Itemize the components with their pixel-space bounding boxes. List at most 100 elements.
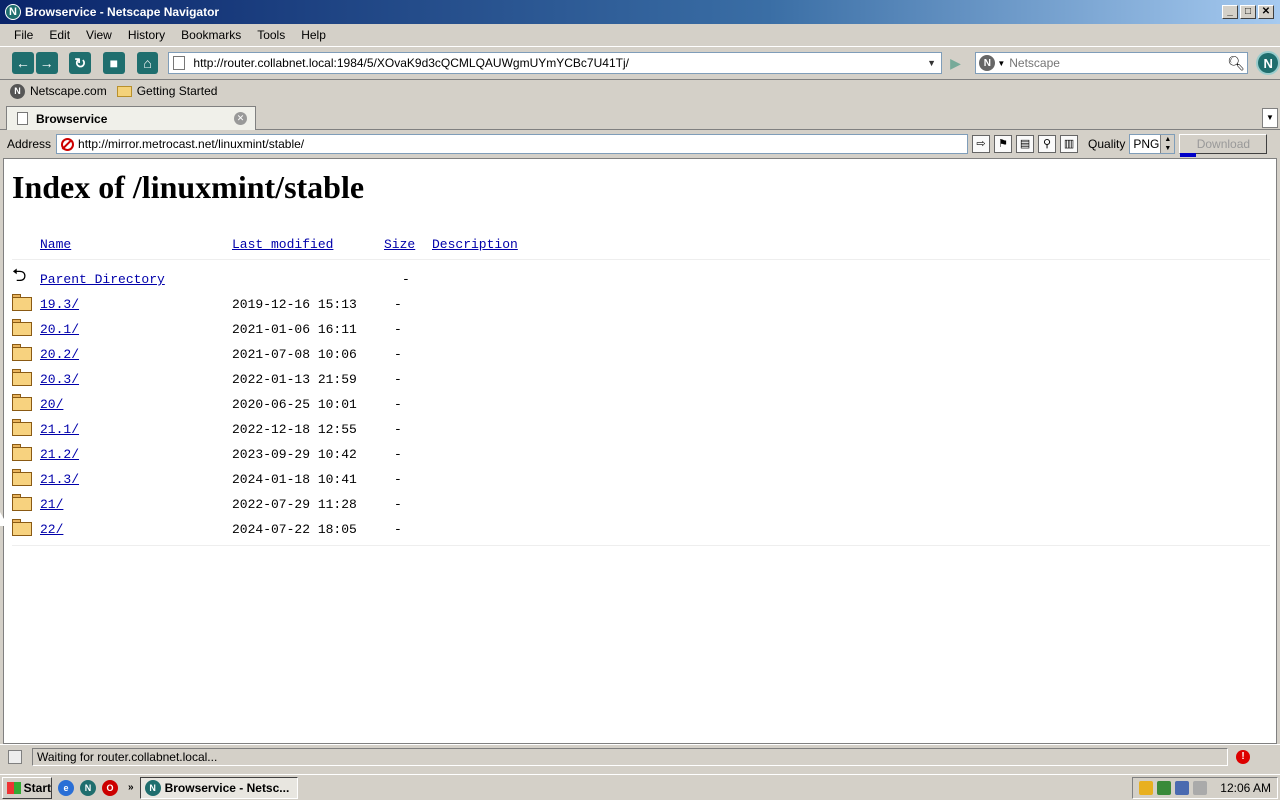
spinner-icon[interactable]: ▲ ▼ (1160, 135, 1175, 153)
size-cell: - (394, 397, 402, 412)
reload-button[interactable]: ↻ (69, 52, 92, 74)
bookmark-netscape[interactable]: N Netscape.com (10, 83, 107, 99)
status-text: Waiting for router.collabnet.local... (32, 747, 1228, 766)
chevron-down-icon[interactable]: ▼ (997, 59, 1005, 68)
directory-link[interactable]: 20.3/ (40, 372, 79, 387)
address-field[interactable]: http://mirror.metrocast.net/linuxmint/st… (56, 134, 969, 154)
size-cell: - (394, 522, 402, 537)
netscape-icon[interactable]: N (80, 779, 96, 796)
tab-list-button[interactable]: ▼ (1262, 108, 1278, 128)
folder-icon (12, 444, 32, 461)
modified-cell: 2019-12-16 15:13 (232, 297, 357, 312)
minimize-button[interactable]: _ (1222, 5, 1238, 19)
parent-directory-link[interactable]: Parent Directory (40, 272, 165, 287)
tab-strip: Browservice ✕ ▼ (0, 104, 1280, 130)
clipboard-icon[interactable]: ▥ (1060, 135, 1079, 153)
tab-browservice[interactable]: Browservice ✕ (6, 106, 256, 130)
insecure-icon (61, 137, 75, 151)
windows-flag-icon (7, 781, 21, 794)
directory-link[interactable]: 21/ (40, 497, 63, 512)
modified-cell: 2020-06-25 10:01 (232, 397, 357, 412)
directory-link[interactable]: 21.2/ (40, 447, 79, 462)
table-row: 20.1/2021-01-06 16:11 - (12, 318, 1270, 343)
directory-link[interactable]: 20.1/ (40, 322, 79, 337)
window-title: Browservice - Netscape Navigator (25, 5, 220, 19)
sort-size-link[interactable]: Size (384, 237, 415, 252)
directory-link[interactable]: 19.3/ (40, 297, 79, 312)
modified-cell: 2024-07-22 18:05 (232, 522, 357, 537)
mouse-cursor (0, 512, 8, 526)
divider (12, 545, 1270, 546)
menu-history[interactable]: History (120, 28, 173, 42)
directory-link[interactable]: 20.2/ (40, 347, 79, 362)
clock: 12:06 AM (1220, 780, 1271, 795)
directory-listing: Name Last modified Size Description ⮌ Pa… (12, 233, 1270, 546)
chevron-right-icon[interactable]: » (128, 782, 134, 793)
back-arrow-icon: ⮌ (12, 267, 27, 287)
chevron-down-icon[interactable]: ▼ (923, 58, 941, 68)
search-input[interactable] (1009, 56, 1226, 70)
modified-cell: 2022-07-29 11:28 (232, 497, 357, 512)
netscape-logo[interactable]: N (1256, 51, 1280, 75)
start-label: Start (23, 780, 51, 795)
sort-modified-link[interactable]: Last modified (232, 237, 333, 252)
system-tray: 12:06 AM (1132, 776, 1278, 799)
status-icon (8, 749, 22, 764)
quality-select[interactable]: PNG ▲ ▼ (1129, 134, 1176, 154)
bookmark-getting-started[interactable]: Getting Started (116, 84, 218, 98)
menu-file[interactable]: File (6, 28, 41, 42)
directory-link[interactable]: 20/ (40, 397, 63, 412)
network-icon[interactable] (1175, 780, 1189, 795)
search-icon[interactable]: 🔍︎ (1225, 55, 1247, 72)
address-label: Address (7, 137, 52, 151)
download-button[interactable]: Download (1179, 134, 1268, 157)
close-tab-icon[interactable]: ✕ (234, 112, 247, 125)
quality-value: PNG (1133, 137, 1160, 151)
close-button[interactable]: ✕ (1258, 5, 1274, 19)
netscape-icon: N (144, 779, 161, 796)
bookmark-label: Getting Started (136, 84, 218, 98)
sort-name-link[interactable]: Name (40, 237, 71, 252)
menu-edit[interactable]: Edit (41, 28, 78, 42)
tab-label: Browservice (36, 111, 108, 126)
table-row: 21.3/2024-01-18 10:41 - (12, 468, 1270, 493)
go-button[interactable]: ▶ (944, 52, 968, 74)
taskbar-item-browservice[interactable]: N Browservice - Netsc... (139, 776, 298, 799)
browservice-toolbar: Address http://mirror.metrocast.net/linu… (0, 131, 1280, 157)
bookmarks-toolbar: N Netscape.com Getting Started (0, 80, 1280, 102)
menu-help[interactable]: Help (293, 28, 334, 42)
netscape-icon: N (10, 83, 25, 99)
menu-bar: File Edit View History Bookmarks Tools H… (0, 24, 1280, 46)
url-bar[interactable]: http://router.collabnet.local:1984/5/XOv… (168, 52, 942, 74)
directory-link[interactable]: 22/ (40, 522, 63, 537)
save-icon[interactable]: ▤ (1016, 135, 1035, 153)
menu-tools[interactable]: Tools (249, 28, 293, 42)
start-button[interactable]: Start (2, 776, 52, 799)
search-engine-icon[interactable]: N (979, 55, 996, 71)
volume-icon[interactable] (1193, 780, 1207, 795)
go-arrow-icon[interactable]: ⇨ (972, 135, 991, 153)
sort-description-link[interactable]: Description (432, 237, 518, 252)
folder-icon (12, 319, 32, 336)
folder-icon (12, 394, 32, 411)
directory-link[interactable]: 21.1/ (40, 422, 79, 437)
security-icon[interactable] (1139, 780, 1153, 795)
find-icon[interactable]: ⚲ (1038, 135, 1057, 153)
maximize-button[interactable]: □ (1240, 5, 1256, 19)
taskbar: Start e N O » N Browservice - Netsc... 1… (0, 774, 1280, 800)
bookmark-icon[interactable]: ⚑ (994, 135, 1013, 153)
size-cell: - (394, 497, 402, 512)
forward-button[interactable]: → (35, 52, 58, 74)
size-cell: - (402, 272, 410, 287)
shield-icon[interactable] (1157, 780, 1171, 795)
menu-bookmarks[interactable]: Bookmarks (173, 28, 249, 42)
back-button[interactable]: ← (12, 52, 34, 74)
stop-button[interactable]: ■ (103, 52, 125, 74)
error-icon[interactable]: ! (1236, 749, 1250, 764)
opera-icon[interactable]: O (102, 779, 118, 796)
table-row: 20/2020-06-25 10:01 - (12, 393, 1270, 418)
menu-view[interactable]: View (78, 28, 120, 42)
directory-link[interactable]: 21.3/ (40, 472, 79, 487)
ie-icon[interactable]: e (58, 779, 74, 796)
home-button[interactable]: ⌂ (136, 52, 159, 74)
